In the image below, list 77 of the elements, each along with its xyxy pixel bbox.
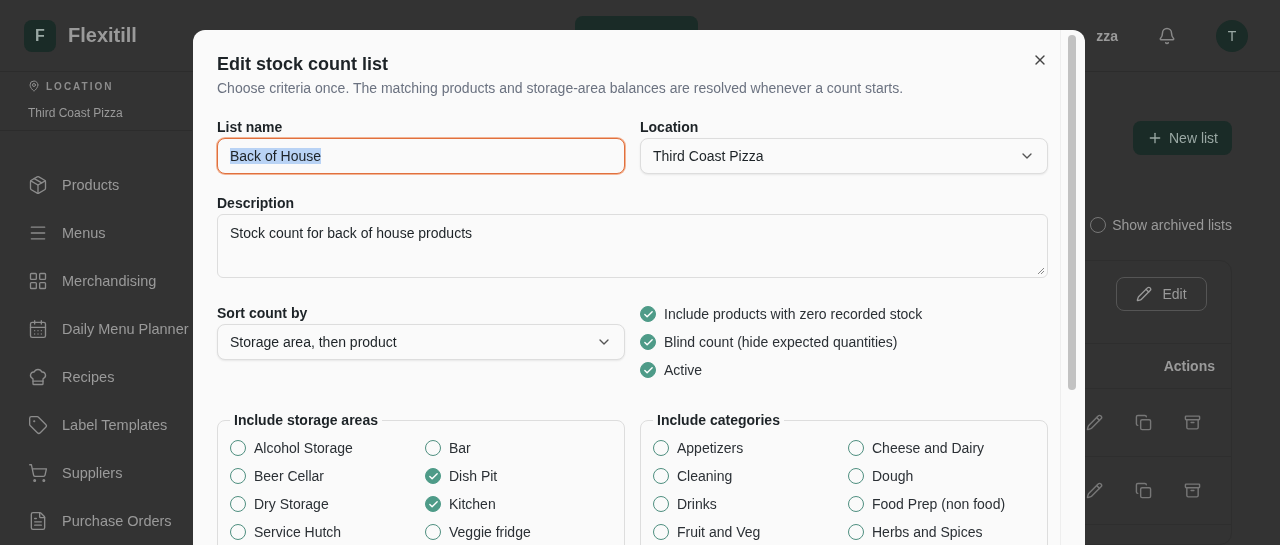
copy-icon[interactable]: [1135, 481, 1152, 499]
fieldset-legend: Include storage areas: [230, 410, 382, 430]
checkbox-label: Herbs and Spices: [872, 524, 983, 540]
checkbox-label: Fruit and Veg: [677, 524, 761, 540]
input-field[interactable]: Back of House: [217, 138, 625, 174]
checkbox[interactable]: [425, 468, 441, 484]
checkbox-label: Include products with zero recorded stock: [664, 306, 923, 322]
resize-grip-icon[interactable]: [1037, 267, 1045, 275]
check-icon: [642, 308, 654, 320]
checkbox-label: Cheese and Dairy: [872, 440, 985, 456]
nav-item[interactable]: Recipes: [62, 369, 115, 385]
avatar[interactable]: T: [1216, 19, 1248, 52]
check-icon: [642, 336, 654, 348]
location-label: LOCATION: [46, 80, 114, 92]
tag-icon[interactable]: [28, 415, 48, 435]
nav-item[interactable]: Menus: [62, 225, 106, 241]
field-label: Sort count by: [217, 304, 309, 323]
cart-icon[interactable]: [28, 463, 48, 483]
nav-item[interactable]: Products: [62, 177, 120, 193]
checkbox-label: Service Hutch: [254, 524, 342, 540]
checkbox-label: Dry Storage: [254, 496, 329, 512]
checkbox[interactable]: [640, 306, 656, 322]
checkbox[interactable]: [425, 496, 441, 512]
chef-hat-icon[interactable]: [28, 367, 48, 387]
field-label: Location: [640, 118, 700, 137]
modal-title: Edit stock count list: [217, 53, 389, 76]
nav-item[interactable]: Label Templates: [62, 417, 168, 433]
checkbox-label: Show archived lists: [1112, 216, 1232, 233]
pencil-icon[interactable]: [1086, 413, 1103, 431]
checkbox-label: Veggie fridge: [449, 524, 531, 540]
checkbox-label: Alcohol Storage: [254, 440, 353, 456]
checkbox[interactable]: [640, 362, 656, 378]
location-name[interactable]: zza: [1096, 27, 1118, 44]
checkbox-label: Cleaning: [677, 468, 733, 484]
check-icon: [427, 470, 439, 482]
edit-button[interactable]: Edit: [1116, 276, 1207, 311]
checkbox-label: Dough: [872, 468, 914, 484]
box-icon[interactable]: [28, 175, 48, 195]
checkbox-label: Kitchen: [449, 496, 496, 512]
document-icon[interactable]: [28, 511, 48, 531]
archive-icon[interactable]: [1184, 481, 1201, 499]
checkbox-label: Beer Cellar: [254, 468, 325, 484]
checkbox-label: Active: [664, 362, 703, 378]
app-name: Flexitill: [68, 24, 137, 47]
checkbox[interactable]: [640, 334, 656, 350]
nav-item[interactable]: Merchandising: [62, 273, 157, 289]
select-field[interactable]: Third Coast Pizza: [640, 138, 1048, 174]
nav-item[interactable]: Daily Menu Planner: [62, 321, 189, 337]
new-list-button[interactable]: New list: [1133, 121, 1232, 155]
check-icon: [642, 364, 654, 376]
sidebar-location[interactable]: Third Coast Pizza: [28, 106, 164, 120]
checkbox-label: Appetizers: [677, 440, 744, 456]
column-header: Actions: [1163, 357, 1215, 374]
logo: F: [24, 19, 56, 52]
archive-icon[interactable]: [1184, 413, 1201, 431]
scrollbar-thumb[interactable]: [1067, 35, 1076, 390]
pin-icon: [28, 80, 40, 92]
nav-item[interactable]: Suppliers: [62, 465, 123, 481]
copy-icon[interactable]: [1135, 413, 1152, 431]
check-icon: [427, 498, 439, 510]
checkbox-label: Bar: [449, 440, 471, 456]
modal-subtitle: Choose criteria once. The matching products and storage-area balances are resolved whenever a count starts.: [217, 79, 905, 98]
checkbox-label: Dish Pit: [449, 468, 498, 484]
bell-icon[interactable]: [1158, 26, 1176, 45]
calendar-icon[interactable]: [28, 319, 48, 339]
nav-item[interactable]: Purchase Orders: [62, 513, 172, 529]
pencil-icon[interactable]: [1086, 481, 1103, 499]
field-label: Description: [217, 194, 295, 213]
checkbox-label: Drinks: [677, 496, 717, 512]
checkbox-label: Blind count (hide expected quantities): [664, 334, 898, 350]
checkbox-label: Food Prep (non food): [872, 496, 1006, 512]
pencil-icon: [1136, 285, 1153, 302]
fieldset-legend: Include categories: [653, 410, 784, 430]
grid-icon[interactable]: [28, 271, 48, 291]
select-field[interactable]: Storage area, then product: [217, 324, 625, 360]
field-label: List name: [217, 118, 284, 137]
textarea-field[interactable]: Stock count for back of house products: [217, 214, 1048, 278]
